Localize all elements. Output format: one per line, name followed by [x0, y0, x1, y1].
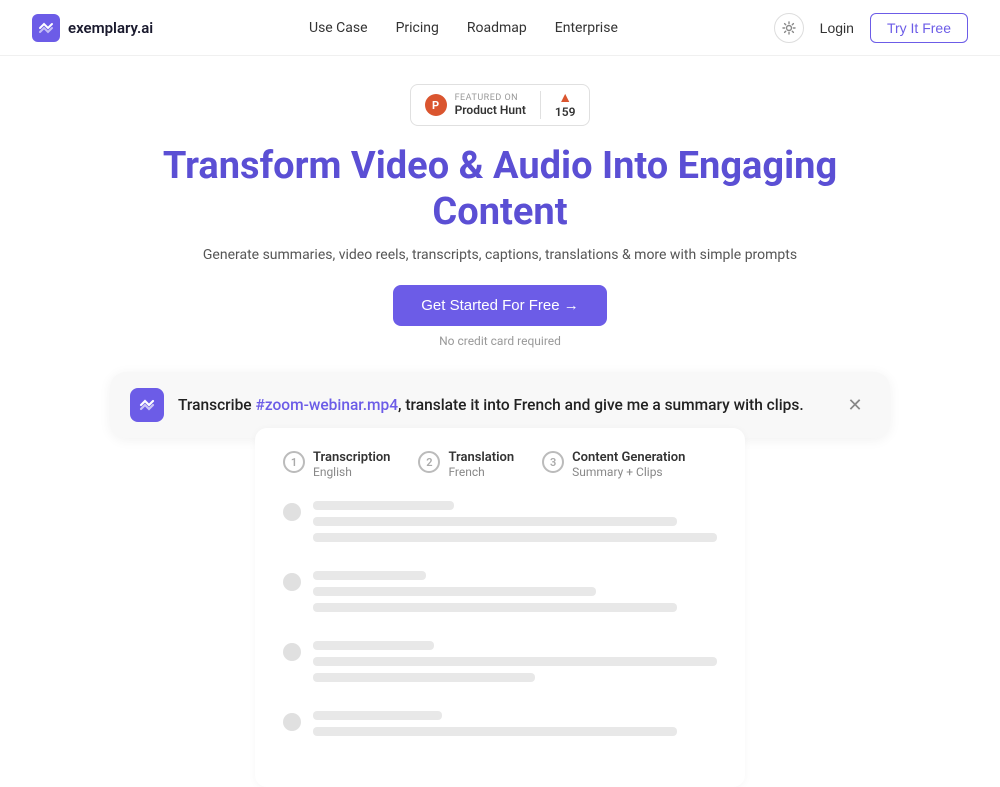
skeleton-line [313, 533, 717, 542]
nav-pricing[interactable]: Pricing [396, 20, 439, 36]
step-3-title: Content Generation [572, 450, 685, 465]
ph-text: FEATURED ON Product Hunt [455, 93, 526, 117]
step-1-title: Transcription [313, 450, 390, 465]
cta-button[interactable]: Get Started For Free → [393, 285, 607, 326]
skeleton-line [313, 727, 677, 736]
skeleton-line [313, 501, 454, 510]
logo-text: exemplary.ai [68, 19, 153, 37]
prompt-filename: #zoom-webinar.mp4 [255, 396, 398, 414]
step-transcription: 1 Transcription English [283, 450, 390, 479]
exemplary-icon [130, 388, 164, 422]
skeleton-lines-4 [313, 711, 717, 743]
content-area: 1 Transcription English 2 Translation Fr… [255, 428, 745, 787]
logo[interactable]: exemplary.ai [32, 14, 153, 42]
skeleton-line [313, 603, 677, 612]
skeleton-lines-3 [313, 641, 717, 689]
skeleton-line [313, 571, 426, 580]
nav-roadmap[interactable]: Roadmap [467, 20, 527, 36]
skeleton-line [313, 657, 717, 666]
step-1-sub: English [313, 465, 390, 479]
nav-links: Use Case Pricing Roadmap Enterprise [309, 20, 618, 36]
skeleton-lines-1 [313, 501, 717, 549]
skeleton-avatar-3 [283, 643, 301, 661]
navbar: exemplary.ai Use Case Pricing Roadmap En… [0, 0, 1000, 56]
prompt-close-button[interactable]: ✕ [840, 390, 870, 420]
skeleton-line [313, 711, 442, 720]
step-content-generation: 3 Content Generation Summary + Clips [542, 450, 685, 479]
skeleton-avatar-4 [283, 713, 301, 731]
hero-headline: Transform Video & Audio Into Engaging Co… [150, 144, 850, 235]
hero-section: P FEATURED ON Product Hunt ▲ 159 Transfo… [0, 56, 1000, 438]
ph-count: 159 [555, 105, 576, 119]
no-credit-card-text: No credit card required [439, 334, 561, 348]
skeleton-avatar-1 [283, 503, 301, 521]
skeleton-line [313, 641, 434, 650]
ph-score: ▲ 159 [555, 91, 576, 119]
step-3-sub: Summary + Clips [572, 465, 685, 479]
hero-subheadline: Generate summaries, video reels, transcr… [203, 247, 797, 263]
skeleton-row-4 [283, 711, 717, 743]
step-translation: 2 Translation French [418, 450, 514, 479]
step-2-num: 2 [418, 451, 440, 473]
step-2-sub: French [448, 465, 514, 479]
steps-row: 1 Transcription English 2 Translation Fr… [283, 450, 717, 479]
ph-arrow-icon: ▲ [558, 91, 572, 105]
skeleton-line [313, 517, 677, 526]
skeleton-line [313, 587, 596, 596]
settings-button[interactable] [774, 13, 804, 43]
try-free-button[interactable]: Try It Free [870, 13, 968, 43]
step-3-num: 3 [542, 451, 564, 473]
nav-right: Login Try It Free [774, 13, 968, 43]
skeleton-avatar-2 [283, 573, 301, 591]
product-hunt-badge[interactable]: P FEATURED ON Product Hunt ▲ 159 [410, 84, 591, 126]
ph-featured-label: FEATURED ON [455, 93, 519, 103]
ph-divider [540, 91, 541, 119]
login-button[interactable]: Login [820, 20, 854, 36]
skeleton-row-2 [283, 571, 717, 619]
prompt-left: Transcribe #zoom-webinar.mp4, translate … [130, 388, 804, 422]
nav-enterprise[interactable]: Enterprise [555, 20, 618, 36]
skeleton-row-3 [283, 641, 717, 689]
logo-icon [32, 14, 60, 42]
ph-logo-icon: P [425, 94, 447, 116]
step-2-title: Translation [448, 450, 514, 465]
nav-use-case[interactable]: Use Case [309, 20, 368, 36]
step-1-num: 1 [283, 451, 305, 473]
skeleton-line [313, 673, 535, 682]
prompt-text: Transcribe #zoom-webinar.mp4, translate … [178, 396, 804, 414]
skeleton-lines-2 [313, 571, 717, 619]
ph-name-label: Product Hunt [455, 103, 526, 117]
skeleton-row-1 [283, 501, 717, 549]
